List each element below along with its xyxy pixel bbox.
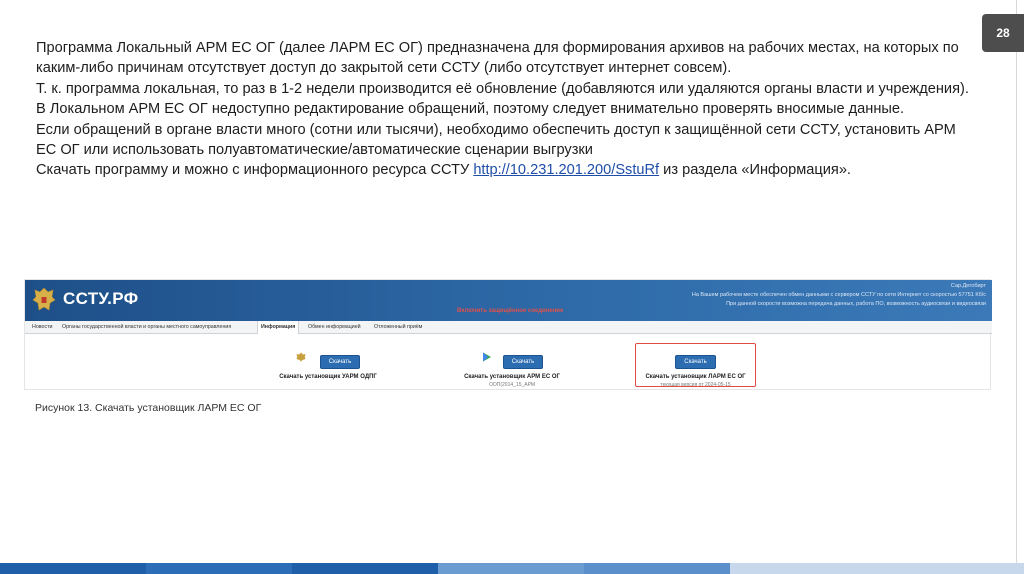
- slide-body-text: Программа Локальный АРМ ЕС ОГ (далее ЛАР…: [36, 38, 976, 181]
- nav-item-exchange[interactable]: Обмен информацией: [305, 321, 364, 334]
- bottom-bar-segment-5: [584, 563, 730, 574]
- bottom-bar-segment-2: [146, 563, 292, 574]
- download-button-arm[interactable]: Скачать: [502, 355, 544, 369]
- page-number-badge: 28: [982, 14, 1024, 52]
- slide-edge: [1016, 0, 1017, 574]
- bottom-bar-segment-6: [730, 563, 1024, 574]
- site-nav-bar: Новости Органы государственной власти и …: [25, 321, 992, 334]
- site-header: ССТУ.РФ Сар.Дегобирт На Вашем рабочем ме…: [25, 280, 992, 321]
- download-text-suffix: из раздела «Информация».: [659, 162, 851, 179]
- paragraph-larm-purpose: Программа Локальный АРМ ЕС ОГ (далее ЛАР…: [36, 40, 959, 77]
- download-block-arm: Скачать Скачать установщик АРМ ЕС ОГ ООП…: [453, 350, 571, 388]
- download-button-uarm[interactable]: Скачать: [319, 355, 361, 369]
- download-version-larm: текущая версия от 2024-05-15: [660, 382, 731, 388]
- bottom-bar-segment-1: [0, 563, 146, 574]
- screenshot-sstu-site: ССТУ.РФ Сар.Дегобирт На Вашем рабочем ме…: [24, 279, 992, 390]
- nav-item-information[interactable]: Информация: [257, 321, 300, 334]
- paragraph-download-source: Скачать программу и можно с информационн…: [36, 160, 976, 180]
- download-block-larm: Скачать Скачать установщик ЛАРМ ЕС ОГ те…: [636, 350, 755, 388]
- figure-caption: Рисунок 13. Скачать установщик ЛАРМ ЕС О…: [35, 402, 262, 414]
- header-secure-connection-warning[interactable]: Включить защищённое соединение: [457, 308, 563, 314]
- sstu-resource-link[interactable]: http://10.231.201.200/SstuRf: [473, 162, 659, 178]
- bottom-color-bar: [0, 563, 1024, 574]
- bottom-bar-segment-3: [292, 563, 438, 574]
- download-title-uarm: Скачать установщик УАРМ ОДПГ: [279, 374, 377, 380]
- nav-item-deferred-reception[interactable]: Отложенный приём: [371, 321, 425, 334]
- nav-item-news[interactable]: Новости: [29, 321, 56, 334]
- download-title-larm: Скачать установщик ЛАРМ ЕС ОГ: [645, 374, 746, 380]
- header-user-name[interactable]: Сар.Дегобирт: [951, 283, 986, 289]
- bottom-bar-segment-4: [438, 563, 584, 574]
- paragraph-update-schedule: Т. к. программа локальная, то раз в 1-2 …: [36, 80, 969, 97]
- header-connection-note: На Вашем рабочем месте обеспечен обмен д…: [691, 292, 986, 298]
- paragraph-many-requests: Если обращений в органе власти много (со…: [36, 121, 956, 159]
- nav-item-authorities[interactable]: Органы государственной власти и органы м…: [59, 321, 234, 334]
- header-speed-note: При данной скорости возможна передача да…: [726, 301, 986, 307]
- download-block-uarm: Скачать Скачать установщик УАРМ ОДПГ: [269, 350, 387, 380]
- coat-of-arms-icon: [32, 287, 56, 311]
- paragraph-no-editing: В Локальном АРМ ЕС ОГ недоступно редакти…: [36, 101, 905, 118]
- download-text-prefix: Скачать программу и можно с информационн…: [36, 162, 474, 179]
- download-title-arm: Скачать установщик АРМ ЕС ОГ: [464, 374, 560, 380]
- site-logo-text[interactable]: ССТУ.РФ: [63, 289, 138, 309]
- download-button-larm[interactable]: Скачать: [675, 355, 716, 369]
- download-version-arm: ООП(2014_15_АРМ: [488, 382, 536, 388]
- slide: 28 Программа Локальный АРМ ЕС ОГ (далее …: [0, 0, 1024, 574]
